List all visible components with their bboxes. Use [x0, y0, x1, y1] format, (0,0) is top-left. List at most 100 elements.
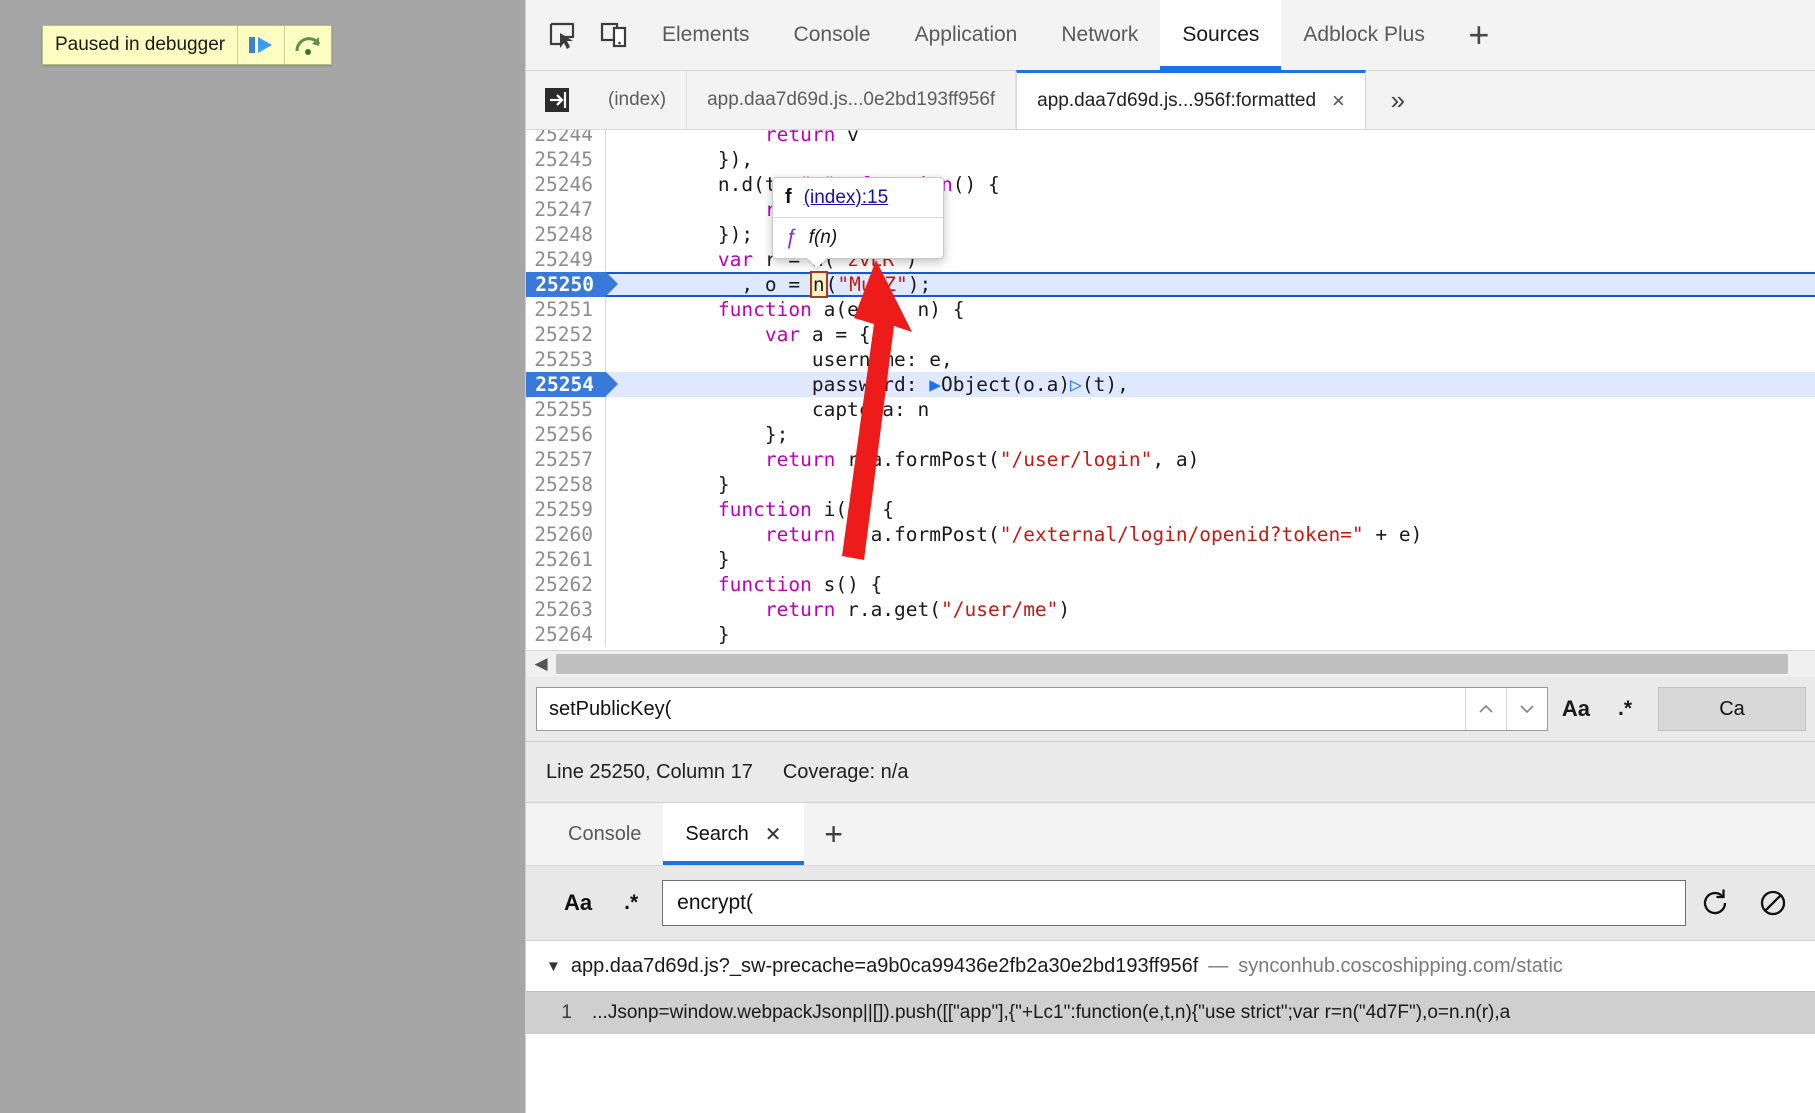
code-line[interactable]: 25250 , o = n("MuMZ"); [526, 271, 1815, 298]
file-tab-app-js-formatted[interactable]: app.daa7d69d.js...956f:formatted × [1016, 70, 1366, 129]
tab-sources[interactable]: Sources [1160, 0, 1282, 70]
line-number[interactable]: 25247 [526, 197, 606, 222]
clear-icon[interactable] [1744, 886, 1802, 920]
line-number[interactable]: 25251 [526, 297, 606, 322]
editor-search-input-wrap[interactable] [536, 687, 1548, 731]
line-code: } [606, 547, 730, 572]
tab-application[interactable]: Application [893, 0, 1040, 70]
tab-adblock-plus[interactable]: Adblock Plus [1281, 0, 1446, 70]
search-query-input[interactable] [662, 880, 1686, 926]
scroll-left-icon[interactable]: ◀ [526, 654, 556, 674]
line-number[interactable]: 25263 [526, 597, 606, 622]
scrollbar-thumb[interactable] [556, 654, 1788, 674]
line-number[interactable]: 25260 [526, 522, 606, 547]
code-editor[interactable]: 25244 return v25245 }),25246 n.d(t, "a",… [526, 130, 1815, 650]
line-number[interactable]: 25259 [526, 497, 606, 522]
code-line[interactable]: 25257 return r.a.formPost("/user/login",… [526, 447, 1815, 472]
file-tabs-overflow-icon[interactable]: » [1366, 71, 1430, 129]
search-match-case-toggle[interactable]: Aa [548, 890, 608, 916]
code-line[interactable]: 25260 return r.a.formPost("/external/log… [526, 522, 1815, 547]
search-regex-toggle[interactable]: .* [608, 891, 654, 915]
line-number[interactable]: 25261 [526, 547, 606, 572]
code-line[interactable]: 25252 var a = { [526, 322, 1815, 347]
popover-source-link[interactable]: (index):15 [804, 187, 889, 209]
chevron-up-icon[interactable] [1464, 688, 1506, 730]
code-line[interactable]: 25248 }); [526, 222, 1815, 247]
code-line[interactable]: 25244 return v [526, 130, 1815, 147]
device-toolbar-icon[interactable] [588, 0, 640, 70]
close-icon[interactable]: ✕ [765, 822, 782, 847]
line-number[interactable]: 25245 [526, 147, 606, 172]
tab-label: Network [1061, 23, 1139, 46]
code-line[interactable]: 25245 }), [526, 147, 1815, 172]
tab-elements[interactable]: Elements [640, 0, 772, 70]
code-token: r.a.formPost( [835, 523, 1000, 546]
chevron-down-icon[interactable] [1505, 688, 1547, 730]
code-token: r.a.formPost( [835, 448, 1000, 471]
editor-match-case-toggle[interactable]: Aa [1548, 696, 1604, 722]
tab-console[interactable]: Console [772, 0, 893, 70]
line-code: password: ▶Object(o.a)▷(t), [606, 372, 1129, 397]
line-number[interactable]: 25249 [526, 247, 606, 272]
code-token: }; [624, 423, 789, 446]
line-number[interactable]: 25255 [526, 397, 606, 422]
code-line[interactable]: 25262 function s() { [526, 572, 1815, 597]
drawer-tab-console[interactable]: Console [546, 803, 663, 865]
code-line[interactable]: 25264 } [526, 622, 1815, 647]
show-navigator-icon[interactable] [526, 71, 588, 129]
search-result-file-row[interactable]: ▼ app.daa7d69d.js?_sw-precache=a9b0ca994… [526, 941, 1815, 991]
code-line[interactable]: 25254 password: ▶Object(o.a)▷(t), [526, 372, 1815, 397]
line-number[interactable]: 25246 [526, 172, 606, 197]
search-result-match-row[interactable]: 1 ...Jsonp=window.webpackJsonp||[]).push… [526, 991, 1815, 1034]
code-line[interactable]: 25253 username: e, [526, 347, 1815, 372]
refresh-icon[interactable] [1686, 886, 1744, 920]
step-over-icon[interactable] [285, 26, 331, 64]
line-code: username: e, [606, 347, 953, 372]
code-line[interactable]: 25246 n.d(t, "a", function() { [526, 172, 1815, 197]
drawer-tab-search[interactable]: Search ✕ [663, 803, 804, 865]
chevron-down-icon[interactable]: ▼ [546, 958, 561, 975]
line-number[interactable]: 25258 [526, 472, 606, 497]
line-code: function a(e, t, n) { [606, 297, 965, 322]
line-number[interactable]: 25253 [526, 347, 606, 372]
inspect-element-icon[interactable] [536, 0, 588, 70]
code-token: captcha: n [624, 398, 930, 421]
line-number[interactable]: 25250 [526, 272, 618, 297]
code-line[interactable]: 25255 captcha: n [526, 397, 1815, 422]
add-panel-plus-icon[interactable]: + [1447, 0, 1511, 70]
resume-script-icon[interactable] [238, 26, 286, 64]
code-line[interactable]: 25261 } [526, 547, 1815, 572]
line-number[interactable]: 25244 [526, 130, 606, 147]
editor-horizontal-scrollbar[interactable]: ◀ [526, 650, 1815, 677]
line-number[interactable]: 25262 [526, 572, 606, 597]
code-line[interactable]: 25263 return r.a.get("/user/me") [526, 597, 1815, 622]
editor-search-input[interactable] [537, 688, 1465, 730]
code-token: } [624, 623, 730, 646]
line-number[interactable]: 25252 [526, 322, 606, 347]
add-drawer-tab-plus-icon[interactable]: + [804, 803, 864, 865]
code-line[interactable]: 25251 function a(e, t, n) { [526, 297, 1815, 322]
code-line[interactable]: 25247 return n [526, 197, 1815, 222]
line-number[interactable]: 25256 [526, 422, 606, 447]
line-number[interactable]: 25248 [526, 222, 606, 247]
code-line[interactable]: 25259 function i(e) { [526, 497, 1815, 522]
code-line[interactable]: 25258 } [526, 472, 1815, 497]
line-number[interactable]: 25264 [526, 622, 606, 647]
tab-label: Elements [662, 23, 750, 46]
editor-regex-toggle[interactable]: .* [1604, 697, 1646, 721]
code-token: s() { [811, 573, 883, 596]
close-icon[interactable]: × [1332, 90, 1345, 112]
line-number[interactable]: 25254 [526, 372, 618, 397]
code-token: Object(o.a) [941, 373, 1071, 396]
file-tab-app-js[interactable]: app.daa7d69d.js...0e2bd193ff956f [687, 71, 1017, 129]
file-tab-index[interactable]: (index) [588, 71, 688, 129]
code-token: return [764, 130, 836, 146]
code-line[interactable]: 25256 }; [526, 422, 1815, 447]
editor-search-cancel-button[interactable]: Ca [1658, 687, 1806, 731]
tab-network[interactable]: Network [1039, 0, 1160, 70]
code-line[interactable]: 25249 var r = n("zvER") [526, 247, 1815, 272]
line-number[interactable]: 25257 [526, 447, 606, 472]
drawer-tabbar: Console Search ✕ + [526, 803, 1815, 866]
